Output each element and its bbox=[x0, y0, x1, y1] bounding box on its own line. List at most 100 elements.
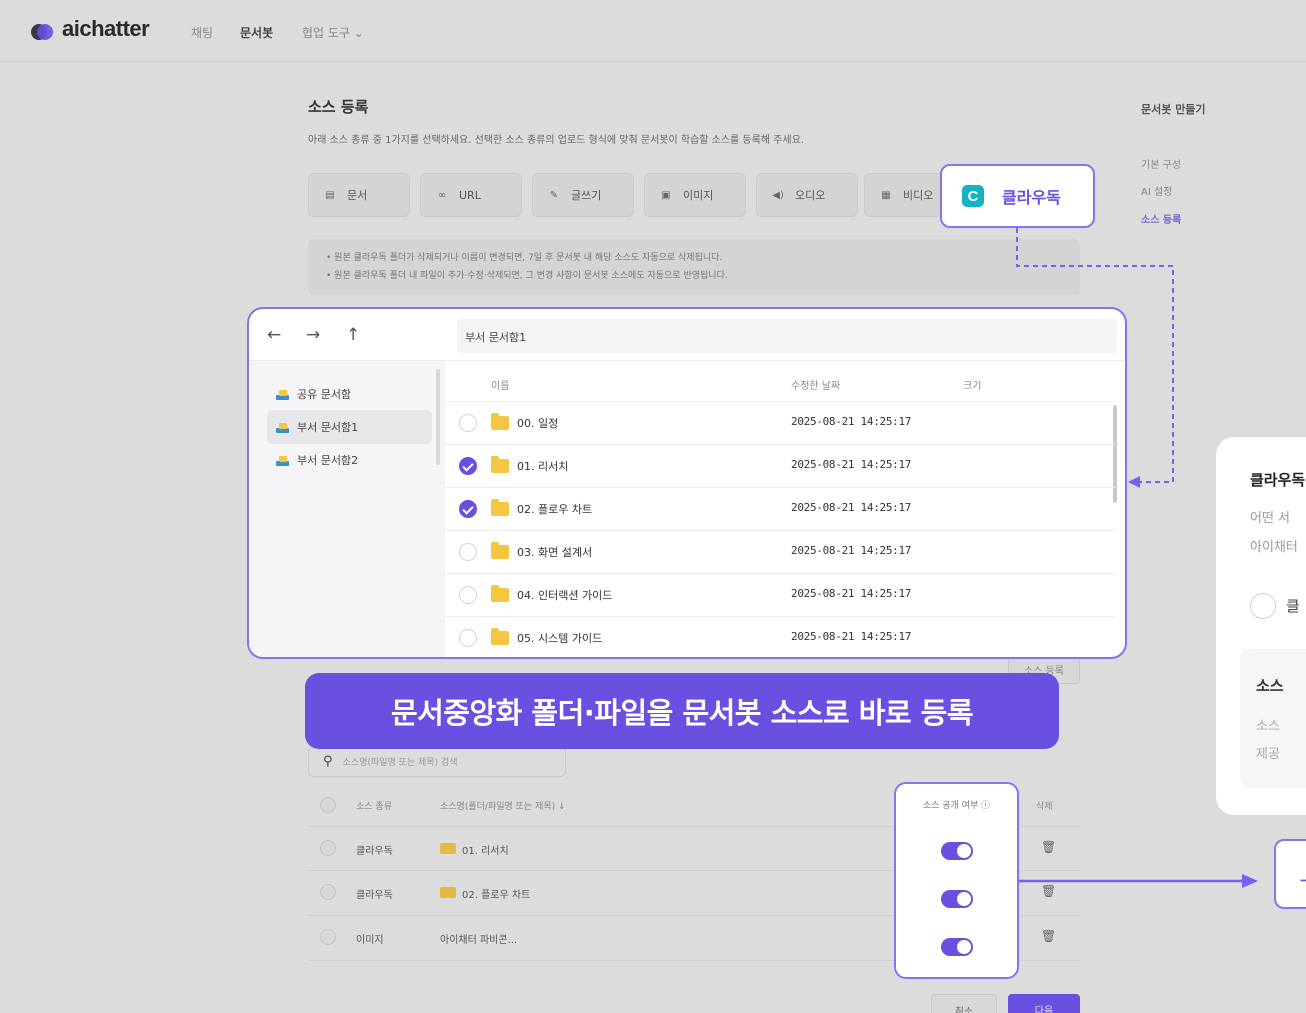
explorer-file-list: 이름 수정한 날짜 크기 00. 일정 2025-08-21 14:25:17 … bbox=[445, 361, 1125, 657]
brand-name[interactable]: aichatter bbox=[62, 16, 150, 42]
file-date: 2025-08-21 14:25:17 bbox=[791, 415, 912, 428]
row-source-type: 이미지 bbox=[356, 935, 384, 946]
image-icon: ▣ bbox=[661, 189, 671, 201]
trash-icon[interactable]: 🗑 bbox=[1041, 840, 1056, 854]
sidebar-item-basic[interactable]: 기본 구성 bbox=[1141, 156, 1181, 171]
file-name: 01. 리서치 bbox=[517, 460, 569, 473]
file-name: 04. 인터랙션 가이드 bbox=[517, 589, 613, 602]
public-toggle-column: 소스 공개 여부 ⓘ bbox=[894, 782, 1019, 979]
source-type-document[interactable]: ▤ 문서 bbox=[308, 173, 410, 217]
file-explorer: ← → ↑ 부서 문서함1 공유 문서함 부서 문서함1 부서 문서함2 이름 … bbox=[247, 307, 1127, 659]
dialog-subtitle: 아이채터 bbox=[1250, 540, 1298, 555]
notice-line-2: • 원본 클라우독 폴더 내 파일이 추가·수정·삭제되면, 그 변경 사항이 … bbox=[326, 271, 728, 281]
next-button[interactable]: 다음 bbox=[1008, 994, 1080, 1013]
sidebar-item-ai-settings[interactable]: AI 설정 bbox=[1141, 183, 1172, 198]
search-icon: ⚲ bbox=[323, 753, 333, 769]
row-checkbox[interactable] bbox=[320, 929, 336, 945]
folder-icon bbox=[440, 887, 456, 898]
file-name: 02. 플로우 차트 bbox=[517, 503, 593, 516]
file-row[interactable]: 01. 리서치 2025-08-21 14:25:17 bbox=[445, 444, 1115, 487]
up-arrow-icon[interactable]: ↑ bbox=[346, 325, 360, 345]
column-name[interactable]: 이름 bbox=[491, 377, 509, 392]
link-icon: ∞ bbox=[437, 189, 447, 201]
search-input[interactable]: ⚲ 소스명(파일명 또는 제목) 검색 bbox=[308, 745, 566, 777]
file-date: 2025-08-21 14:25:17 bbox=[791, 587, 912, 600]
nav-docbot[interactable]: 문서봇 bbox=[240, 24, 273, 41]
row-checkbox[interactable] bbox=[459, 629, 477, 647]
notice-box: • 원본 클라우독 폴더가 삭제되거나 이름이 변경되면, 7일 후 문서봇 내… bbox=[308, 239, 1080, 295]
cloudoc-dialog: 클라우독 어떤 서 아이채터 클 소스 소스 제공 bbox=[1216, 437, 1306, 815]
header-source-type: 소스 종류 bbox=[356, 802, 392, 812]
path-bar[interactable]: 부서 문서함1 bbox=[457, 319, 1117, 353]
shared-drive-icon bbox=[275, 455, 289, 466]
source-type-image[interactable]: ▣ 이미지 bbox=[644, 173, 746, 217]
source-type-cloudoc[interactable]: C 클라우독 bbox=[940, 164, 1095, 228]
sidebar-title: 문서봇 만들기 bbox=[1141, 103, 1206, 116]
feature-banner: 문서중앙화 폴더·파일을 문서봇 소스로 바로 등록 bbox=[305, 673, 1059, 749]
public-toggle[interactable] bbox=[941, 938, 973, 956]
row-checkbox-checked[interactable] bbox=[459, 500, 477, 518]
row-checkbox[interactable] bbox=[320, 840, 336, 856]
sidebar-item-dept1[interactable]: 부서 문서함1 bbox=[267, 410, 432, 444]
file-date: 2025-08-21 14:25:17 bbox=[791, 501, 912, 514]
file-date: 2025-08-21 14:25:17 bbox=[791, 630, 912, 643]
trash-icon[interactable]: 🗑 bbox=[1041, 929, 1056, 943]
sidebar-item-source-register[interactable]: 소스 등록 bbox=[1141, 211, 1181, 226]
source-type-write[interactable]: ✎ 글쓰기 bbox=[532, 173, 634, 217]
folder-icon bbox=[491, 628, 509, 645]
partial-highlight-button[interactable]: ㅗ bbox=[1274, 839, 1306, 909]
back-arrow-icon[interactable]: ← bbox=[267, 325, 281, 345]
public-toggle[interactable] bbox=[941, 842, 973, 860]
file-row[interactable]: 02. 플로우 차트 2025-08-21 14:25:17 bbox=[445, 487, 1115, 530]
column-size[interactable]: 크기 bbox=[963, 377, 981, 392]
source-type-audio[interactable]: ◀) 오디오 bbox=[756, 173, 858, 217]
file-row[interactable]: 03. 화면 설계서 2025-08-21 14:25:17 bbox=[445, 530, 1115, 573]
info-box-text: 제공 bbox=[1256, 747, 1280, 762]
cloudoc-logo-icon: C bbox=[962, 185, 984, 207]
sidebar-item-shared[interactable]: 공유 문서함 bbox=[267, 377, 432, 411]
file-row[interactable]: 04. 인터랙션 가이드 2025-08-21 14:25:17 bbox=[445, 573, 1115, 616]
audio-icon: ◀) bbox=[772, 189, 784, 201]
forward-arrow-icon[interactable]: → bbox=[306, 325, 320, 345]
row-source-name: 아이채터 파비콘... bbox=[440, 935, 518, 946]
nav-chat[interactable]: 채팅 bbox=[191, 24, 213, 41]
cloudoc-label: 클라우독 bbox=[1002, 188, 1061, 207]
row-checkbox-checked[interactable] bbox=[459, 457, 477, 475]
file-row[interactable]: 00. 일정 2025-08-21 14:25:17 bbox=[445, 401, 1115, 444]
explorer-toolbar: ← → ↑ 부서 문서함1 bbox=[249, 309, 1125, 361]
trash-icon[interactable]: 🗑 bbox=[1041, 884, 1056, 898]
file-date: 2025-08-21 14:25:17 bbox=[791, 458, 912, 471]
row-source-type: 클라우독 bbox=[356, 890, 393, 901]
row-checkbox[interactable] bbox=[320, 884, 336, 900]
radio-option[interactable] bbox=[1250, 593, 1276, 619]
page-description: 아래 소스 종류 중 1가지를 선택하세요. 선택한 소스 종류의 업로드 형식… bbox=[308, 135, 804, 146]
public-toggle[interactable] bbox=[941, 890, 973, 908]
sidebar-scrollbar[interactable] bbox=[436, 369, 440, 465]
info-box-title: 소스 bbox=[1256, 677, 1284, 695]
nav-collab-tools[interactable]: 협업 도구 ⌄ bbox=[302, 24, 364, 41]
select-all-checkbox[interactable] bbox=[320, 797, 336, 813]
file-row[interactable]: 05. 시스템 가이드 2025-08-21 14:25:17 bbox=[445, 616, 1115, 657]
row-checkbox[interactable] bbox=[459, 586, 477, 604]
folder-icon bbox=[491, 413, 509, 430]
header-delete: 삭제 bbox=[1036, 802, 1053, 812]
folder-icon bbox=[440, 843, 456, 854]
page-title: 소스 등록 bbox=[308, 98, 369, 116]
header-source-name[interactable]: 소스명(폴더/파일명 또는 제목) ↓ bbox=[440, 799, 566, 812]
notice-line-1: • 원본 클라우독 폴더가 삭제되거나 이름이 변경되면, 7일 후 문서봇 내… bbox=[326, 253, 723, 263]
cancel-button[interactable]: 취소 bbox=[931, 994, 997, 1013]
source-type-url[interactable]: ∞ URL bbox=[420, 173, 522, 217]
column-modified[interactable]: 수정한 날짜 bbox=[791, 377, 840, 392]
partial-button-glyph: ㅗ bbox=[1300, 865, 1306, 889]
dialog-subtitle: 어떤 서 bbox=[1250, 511, 1291, 526]
shared-drive-icon bbox=[275, 389, 289, 400]
folder-icon bbox=[491, 456, 509, 473]
explorer-sidebar: 공유 문서함 부서 문서함1 부서 문서함2 bbox=[249, 361, 445, 657]
row-checkbox[interactable] bbox=[459, 414, 477, 432]
write-icon: ✎ bbox=[549, 189, 559, 201]
sidebar-item-dept2[interactable]: 부서 문서함2 bbox=[267, 443, 432, 477]
document-icon: ▤ bbox=[325, 189, 335, 201]
row-checkbox[interactable] bbox=[459, 543, 477, 561]
header-public: 소스 공개 여부 ⓘ bbox=[922, 801, 991, 811]
radio-option-label: 클 bbox=[1286, 597, 1300, 615]
